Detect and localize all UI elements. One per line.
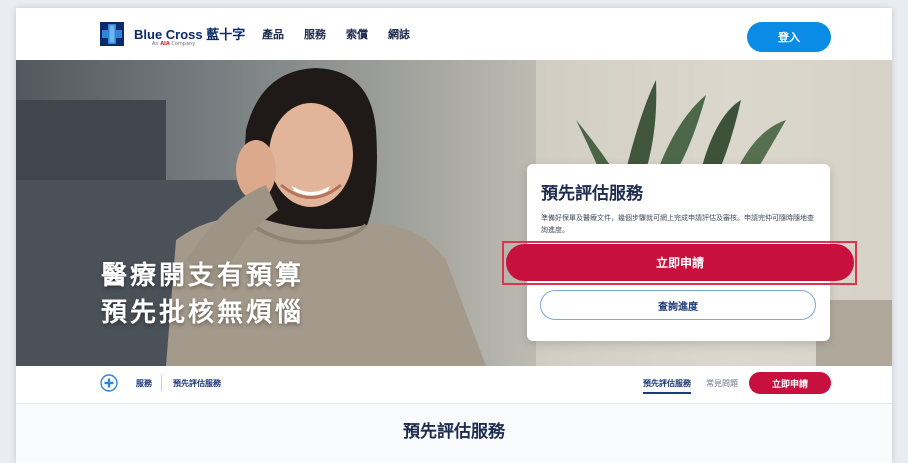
hero-headline: 醫療開支有預算 預先批核無煩惱: [101, 258, 304, 332]
content-section: 預先評估服務: [16, 404, 892, 463]
check-progress-button[interactable]: 查詢進度: [540, 290, 816, 320]
nav-item-blog[interactable]: 網誌: [388, 26, 410, 42]
nav-item-services[interactable]: 服務: [304, 26, 326, 42]
apply-now-button[interactable]: 立即申請: [506, 244, 854, 281]
site-logo[interactable]: Blue Cross 藍十字 An AIA Company: [100, 22, 245, 52]
shield-plus-icon: [100, 374, 118, 392]
breadcrumb-current: 預先評估服務: [173, 379, 221, 388]
nav-item-products[interactable]: 產品: [262, 26, 284, 42]
breadcrumb-divider: [161, 375, 162, 391]
logo-tagline: An AIA Company: [152, 41, 196, 47]
card-title: 預先評估服務: [541, 184, 643, 204]
blue-cross-logo-icon: [100, 22, 124, 46]
breadcrumb-services[interactable]: 服務: [136, 378, 152, 389]
hero-banner: 醫療開支有預算 預先批核無煩惱 預先評估服務 準備好保單及醫療文件，幾個步驟就可…: [16, 60, 892, 366]
subnav-apply-button[interactable]: 立即申請: [749, 372, 831, 394]
hero-headline-line-2: 預先批核無煩惱: [101, 298, 305, 328]
section-title: 預先評估服務: [403, 422, 505, 442]
site-header: Blue Cross 藍十字 An AIA Company 產品 服務 索償 網…: [16, 8, 892, 60]
subnav-link-faq[interactable]: 常見問題: [706, 378, 738, 389]
browser-page: Blue Cross 藍十字 An AIA Company 產品 服務 索償 網…: [16, 8, 892, 463]
nav-item-claims[interactable]: 索償: [346, 26, 368, 42]
login-button[interactable]: 登入: [747, 22, 831, 52]
main-nav: 產品 服務 索償 網誌: [262, 26, 410, 42]
hero-headline-line-1: 醫療開支有預算: [101, 261, 305, 291]
sub-navigation: 服務 預先評估服務 預先評估服務 常見問題 立即申請: [16, 366, 892, 404]
card-description: 準備好保單及醫療文件，幾個步驟就可網上完成申請評估及審核。申請完仲可隨時隨地查詢…: [541, 214, 814, 234]
subnav-link-service[interactable]: 預先評估服務: [643, 378, 691, 394]
